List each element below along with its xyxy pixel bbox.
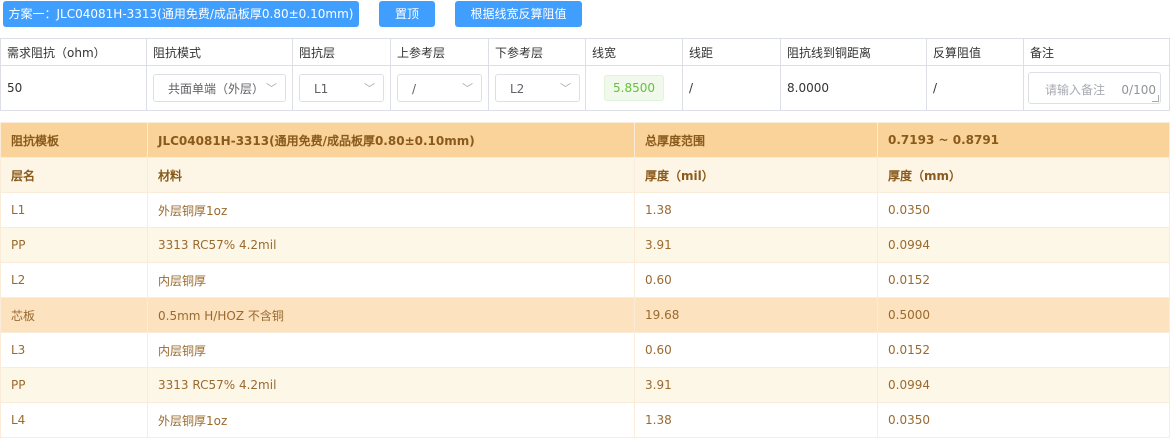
line-width-cell: 5.8500 (585, 65, 683, 111)
thickness-mm: 0.0152 (877, 262, 1170, 298)
remark-placeholder: 请输入备注 (1045, 83, 1106, 97)
thickness-mil: 1.38 (634, 402, 878, 438)
impedance-value-row: 50 共面单端（外层） ﹀ L1 ﹀ / ﹀ L2 ﹀ 5.8500 / 8.0… (0, 65, 1170, 111)
col-thickness-mil: 厚度（mil） (634, 157, 878, 193)
impedance-mode-value: 共面单端（外层） (168, 82, 265, 96)
layer-name: L1 (0, 192, 148, 228)
layer-name: 芯板 (0, 297, 148, 333)
material: 3313 RC57% 4.2mil (147, 227, 635, 263)
material: 0.5mm H/HOZ 不含铜 (147, 297, 635, 333)
stackup-table: 阻抗模板 JLC04081H-3313(通用免费/成品板厚0.80±0.10mm… (0, 122, 1170, 438)
table-row: 芯板 0.5mm H/HOZ 不含铜 19.68 0.5000 (0, 297, 1170, 333)
chevron-down-icon: ﹀ (364, 82, 375, 95)
impedance-table: 需求阻抗（ohm） 阻抗模式 阻抗层 上参考层 下参考层 线宽 线距 阻抗线到铜… (0, 38, 1170, 111)
col-required-impedance: 需求阻抗（ohm） (0, 38, 147, 66)
thickness-mm: 0.0994 (877, 227, 1170, 263)
col-impedance-layer: 阻抗层 (292, 38, 391, 66)
line-spacing-value: / (682, 65, 781, 111)
plan-button[interactable]: 方案一：JLC04081H-3313(通用免费/成品板厚0.80±0.10mm) (3, 1, 359, 27)
upper-ref-cell: / ﹀ (390, 65, 489, 111)
thickness-mm: 0.0152 (877, 332, 1170, 368)
table-row: L3 内层铜厚 0.60 0.0152 (0, 332, 1170, 368)
material: 内层铜厚 (147, 262, 635, 298)
table-row: L4 外层铜厚1oz 1.38 0.0350 (0, 402, 1170, 438)
layer-cell: L1 ﹀ (292, 65, 391, 111)
thickness-mm: 0.0350 (877, 192, 1170, 228)
mode-cell: 共面单端（外层） ﹀ (146, 65, 293, 111)
impedance-header-row: 需求阻抗（ohm） 阻抗模式 阻抗层 上参考层 下参考层 线宽 线距 阻抗线到铜… (0, 38, 1170, 66)
col-line-width: 线宽 (585, 38, 683, 66)
reverse-value: / (926, 65, 1024, 111)
copper-distance-value: 8.0000 (780, 65, 927, 111)
col-impedance-mode: 阻抗模式 (146, 38, 293, 66)
table-row: PP 3313 RC57% 4.2mil 3.91 0.0994 (0, 227, 1170, 263)
chevron-down-icon: ﹀ (560, 82, 571, 95)
reverse-calc-button[interactable]: 根据线宽反算阻值 (455, 1, 582, 27)
col-line-spacing: 线距 (682, 38, 781, 66)
lower-ref-value: L2 (510, 82, 525, 96)
col-reverse-value: 反算阻值 (926, 38, 1024, 66)
table-row: L1 外层铜厚1oz 1.38 0.0350 (0, 192, 1170, 228)
layer-name: L4 (0, 402, 148, 438)
thickness-mil: 19.68 (634, 297, 878, 333)
stackup-column-header-row: 层名 材料 厚度（mil） 厚度（mm） (0, 157, 1170, 193)
remark-char-count: 0/100 (1121, 83, 1156, 97)
layer-name: L2 (0, 262, 148, 298)
layer-name: L3 (0, 332, 148, 368)
thickness-mm: 0.0994 (877, 367, 1170, 403)
lower-ref-select[interactable]: L2 ﹀ (495, 74, 580, 102)
thickness-mil: 3.91 (634, 227, 878, 263)
required-impedance-value: 50 (0, 65, 147, 111)
thickness-mil: 3.91 (634, 367, 878, 403)
col-copper-distance: 阻抗线到铜距离 (780, 38, 927, 66)
col-material: 材料 (147, 157, 635, 193)
table-row: L2 内层铜厚 0.60 0.0152 (0, 262, 1170, 298)
material: 外层铜厚1oz (147, 192, 635, 228)
thickness-mil: 0.60 (634, 262, 878, 298)
thickness-mil: 0.60 (634, 332, 878, 368)
pin-top-button[interactable]: 置顶 (379, 1, 435, 27)
upper-ref-select[interactable]: / ﹀ (397, 74, 482, 102)
material: 内层铜厚 (147, 332, 635, 368)
upper-ref-value: / (412, 82, 417, 96)
impedance-layer-value: L1 (314, 82, 329, 96)
thickness-range-label: 总厚度范围 (634, 122, 878, 158)
line-width-tag: 5.8500 (604, 75, 664, 101)
layer-name: PP (0, 227, 148, 263)
col-layer-name: 层名 (0, 157, 148, 193)
thickness-mil: 1.38 (634, 192, 878, 228)
material: 3313 RC57% 4.2mil (147, 367, 635, 403)
thickness-mm: 0.0350 (877, 402, 1170, 438)
material: 外层铜厚1oz (147, 402, 635, 438)
col-remark: 备注 (1023, 38, 1170, 66)
remark-cell: 请输入备注 0/100 (1023, 65, 1170, 111)
template-value: JLC04081H-3313(通用免费/成品板厚0.80±0.10mm) (147, 122, 635, 158)
impedance-mode-select[interactable]: 共面单端（外层） ﹀ (153, 74, 286, 102)
thickness-range-value: 0.7193 ~ 0.8791 (877, 122, 1170, 158)
thickness-mm: 0.5000 (877, 297, 1170, 333)
col-upper-ref: 上参考层 (390, 38, 489, 66)
template-label: 阻抗模板 (0, 122, 148, 158)
remark-textarea[interactable]: 请输入备注 0/100 (1028, 72, 1161, 104)
resize-handle-icon[interactable] (1152, 95, 1159, 102)
layer-name: PP (0, 367, 148, 403)
table-row: PP 3313 RC57% 4.2mil 3.91 0.0994 (0, 367, 1170, 403)
col-thickness-mm: 厚度（mm） (877, 157, 1170, 193)
lower-ref-cell: L2 ﹀ (488, 65, 586, 111)
chevron-down-icon: ﹀ (462, 82, 473, 95)
template-header-row: 阻抗模板 JLC04081H-3313(通用免费/成品板厚0.80±0.10mm… (0, 122, 1170, 158)
chevron-down-icon: ﹀ (266, 82, 277, 95)
impedance-layer-select[interactable]: L1 ﹀ (299, 74, 384, 102)
col-lower-ref: 下参考层 (488, 38, 586, 66)
